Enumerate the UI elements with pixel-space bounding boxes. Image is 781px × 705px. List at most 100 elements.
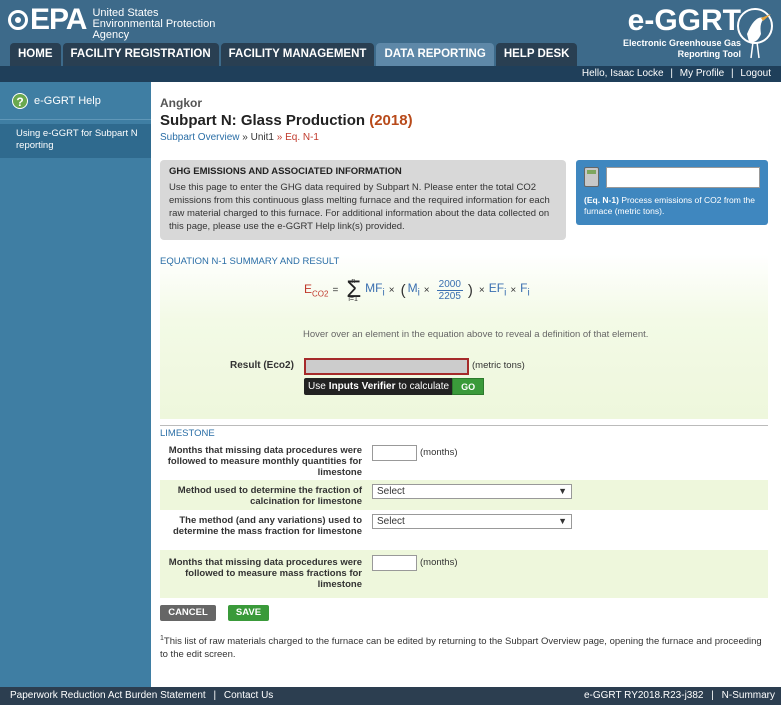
eq-e-co2[interactable]: ECO2 (304, 282, 328, 298)
tab-facility-management[interactable]: FACILITY MANAGEMENT (220, 43, 375, 66)
eq-paren-close: ) (467, 281, 473, 299)
crumb-current: Eq. N-1 (285, 132, 319, 143)
equation-n1: ECO2 = Σn i=1 MFi × ( Mi × 2000 2205 ) × … (304, 278, 530, 304)
tab-home[interactable]: HOME (10, 43, 61, 66)
reporting-year: (2018) (369, 112, 413, 129)
hover-hint: Hover over an element in the equation ab… (303, 329, 649, 340)
inputs-verifier-tooltip: Use Inputs Verifier to calculate GO (304, 378, 485, 395)
info-body: Use this page to enter the GHG data requ… (169, 182, 550, 232)
crumb-unit[interactable]: Unit1 (251, 132, 274, 143)
eq-fraction[interactable]: 2000 2205 (436, 279, 463, 302)
eq-mf-sub: i (382, 287, 385, 299)
months-missing-quantities-input[interactable] (372, 445, 417, 461)
tab-data-reporting[interactable]: DATA REPORTING (376, 43, 494, 66)
eq-mf-text: MF (365, 281, 383, 296)
footer-left: Paperwork Reduction Act Burden Statement… (10, 687, 273, 705)
limestone-section: LIMESTONE Months that missing data proce… (160, 425, 768, 598)
footnote-text: This list of raw materials charged to th… (160, 636, 762, 661)
burden-statement-link[interactable]: Paperwork Reduction Act Burden Statement (10, 690, 206, 701)
eq-lhs-sub: CO2 (312, 289, 329, 299)
field-label: Months that missing data procedures were… (167, 445, 362, 478)
eq-times: × (510, 284, 517, 296)
equation-value-field (606, 167, 760, 188)
divider: | (711, 690, 714, 701)
result-units: (metric tons) (472, 360, 525, 371)
verifier-bold: Inputs Verifier (328, 381, 396, 392)
main-bottom (151, 675, 781, 687)
footer-right: e-GGRT RY2018.R23-j382 | N-Summary (584, 687, 775, 705)
crumb-subpart-overview[interactable]: Subpart Overview (160, 132, 239, 143)
version-text: e-GGRT RY2018.R23-j382 (583, 690, 704, 701)
limestone-row: Months that missing data procedures were… (160, 550, 768, 598)
eq-f[interactable]: Fi (520, 281, 530, 298)
section-title: LIMESTONE (160, 428, 215, 439)
page-title-text: Subpart N: Glass Production (160, 112, 366, 129)
limestone-row: The method (and any variations) used to … (160, 510, 768, 550)
tab-facility-registration[interactable]: FACILITY REGISTRATION (62, 43, 219, 66)
eq-m-sub: i (417, 287, 420, 299)
divider: | (213, 690, 217, 701)
eq-lhs: E (304, 281, 313, 296)
equation-tag: (Eq. N-1) (584, 195, 619, 205)
eq-times: × (388, 284, 395, 296)
limestone-row: Months that missing data procedures were… (160, 442, 768, 480)
breadcrumb: Subpart Overview » Unit1 » Eq. N-1 (160, 132, 319, 143)
select-value: Select (377, 516, 405, 527)
n-summary-link[interactable]: N-Summary (722, 690, 775, 701)
help-header: ? e-GGRT Help (0, 82, 151, 120)
epa-flower-icon (8, 10, 28, 30)
eq-equals: = (332, 284, 339, 296)
epa-agency-name: United States Environmental Protection A… (92, 8, 215, 41)
section-title: EQUATION N-1 SUMMARY AND RESULT (160, 256, 340, 267)
my-profile-link[interactable]: My Profile (680, 68, 724, 79)
crumb-separator: » (276, 132, 283, 143)
eq-times: × (423, 284, 430, 296)
site-header: EPA United States Environmental Protecti… (0, 0, 781, 66)
field-units: (months) (420, 447, 458, 458)
chevron-down-icon: ▼ (558, 486, 567, 496)
go-button[interactable]: GO (452, 378, 485, 395)
bird-icon (737, 8, 773, 59)
epa-logo[interactable]: EPA United States Environmental Protecti… (8, 4, 215, 41)
months-missing-mass-fractions-input[interactable] (372, 555, 417, 571)
field-label: Months that missing data procedures were… (168, 557, 362, 590)
result-field (304, 358, 469, 375)
logout-link[interactable]: Logout (740, 68, 771, 79)
contact-us-link[interactable]: Contact Us (224, 690, 273, 701)
verifier-pre: Use (308, 381, 326, 392)
eggrt-logo: e-GGRT Electronic Greenhouse Gas Reporti… (623, 6, 741, 60)
divider: | (731, 68, 734, 79)
divider: | (670, 68, 673, 79)
sidebar: ? e-GGRT Help Using e-GGRT for Subpart N… (0, 82, 151, 675)
app-subtitle-1: Electronic Greenhouse Gas (622, 38, 741, 48)
epa-line-3: Agency (92, 29, 130, 41)
eq-mf[interactable]: MFi (365, 281, 385, 298)
sum-icon: Σn i=1 (346, 278, 361, 304)
eq-m[interactable]: Mi (408, 281, 420, 298)
eq-ef[interactable]: EFi (489, 281, 507, 298)
eq-denominator: 2205 (438, 290, 461, 302)
save-button[interactable]: SAVE (228, 605, 269, 621)
epa-mark: EPA (8, 4, 87, 36)
info-heading: GHG EMISSIONS AND ASSOCIATED INFORMATION (169, 166, 402, 177)
eq-f-sub: i (527, 287, 530, 299)
app-subtitle: Electronic Greenhouse Gas Reporting Tool (623, 38, 741, 60)
info-box: GHG EMISSIONS AND ASSOCIATED INFORMATION… (160, 160, 566, 240)
equation-box: (Eq. N-1) Process emissions of CO2 from … (576, 160, 768, 225)
calculator-icon (584, 167, 599, 187)
select-value: Select (377, 486, 405, 497)
mass-fraction-method-select[interactable]: Select ▼ (372, 514, 572, 529)
app-subtitle-2: Reporting Tool (677, 49, 741, 59)
field-label: Method used to determine the fraction of… (177, 485, 362, 507)
user-bar: Hello, Isaac Locke | My Profile | Logout (0, 66, 781, 82)
eq-ef-sub: i (504, 287, 507, 299)
tab-help-desk[interactable]: HELP DESK (495, 43, 578, 66)
site-footer: Paperwork Reduction Act Burden Statement… (0, 687, 781, 705)
calcination-method-select[interactable]: Select ▼ (372, 484, 572, 499)
sum-lower: i=1 (348, 296, 358, 303)
chevron-down-icon: ▼ (558, 516, 567, 526)
eq-paren-open: ( (400, 281, 406, 299)
cancel-button[interactable]: CANCEL (160, 605, 216, 621)
help-link-subpart-n[interactable]: Using e-GGRT for Subpart N reporting (0, 124, 151, 158)
equation-description: (Eq. N-1) Process emissions of CO2 from … (584, 195, 764, 217)
